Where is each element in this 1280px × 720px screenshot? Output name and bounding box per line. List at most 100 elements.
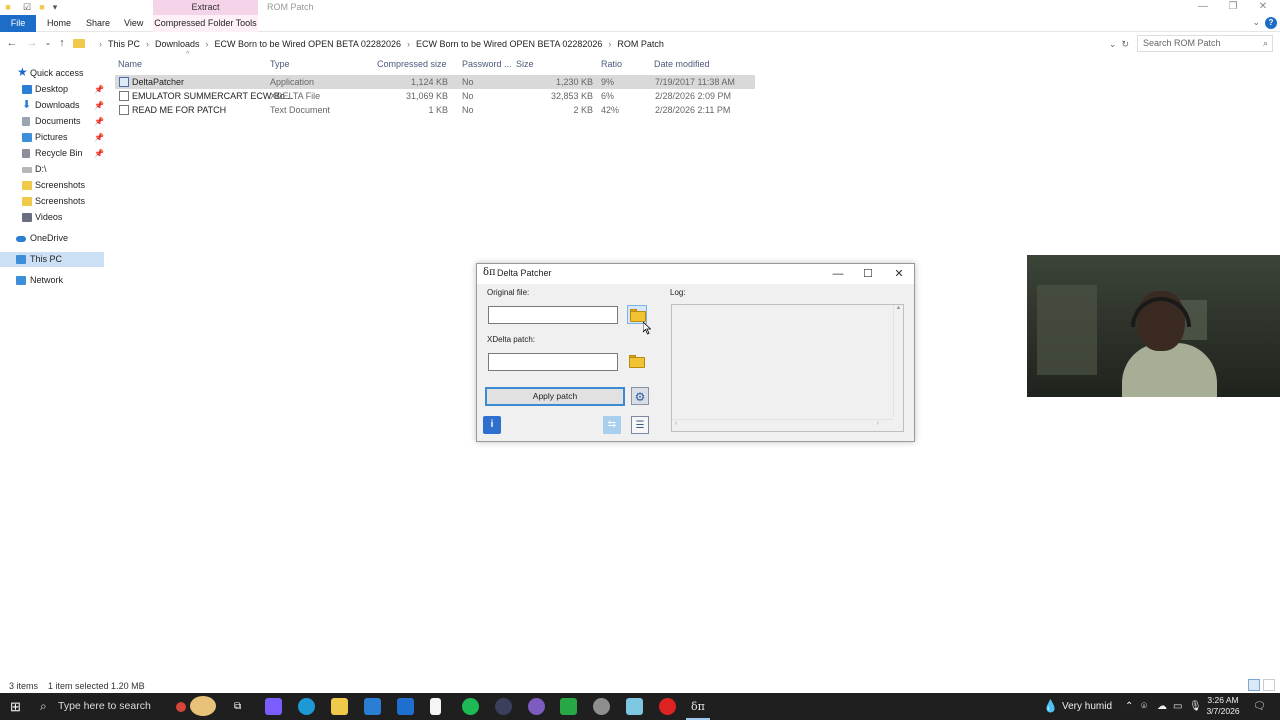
scroll-left-icon[interactable]: ‹ xyxy=(675,420,677,427)
new-folder-icon[interactable]: ■ xyxy=(37,2,47,12)
microphone-icon[interactable]: 🎙 xyxy=(1189,693,1202,720)
log-vertical-scrollbar[interactable]: ▲ xyxy=(893,305,903,417)
network-tray-icon[interactable]: ▭ xyxy=(1173,693,1182,720)
file-row[interactable]: READ ME FOR PATCH Text Document 1 KB No … xyxy=(115,103,755,117)
windows-start-icon[interactable]: ⊞ xyxy=(10,693,21,720)
nav-item-downloads[interactable]: ⬇ Downloads 📌 xyxy=(0,98,104,113)
status-selection: 1 item selected 1.20 MB xyxy=(48,681,145,691)
store-icon[interactable] xyxy=(364,698,381,715)
info-button[interactable]: i xyxy=(483,416,501,434)
address-dropdown-icon[interactable]: ⌄ xyxy=(1109,39,1117,49)
dialog-maximize-button[interactable]: ☐ xyxy=(858,266,878,282)
nav-item-videos[interactable]: Videos xyxy=(0,210,104,225)
column-header-password[interactable]: Password ... xyxy=(462,57,512,71)
tab-share[interactable]: Share xyxy=(82,15,114,32)
column-header-ratio[interactable]: Ratio xyxy=(601,57,622,71)
nav-item-this-pc[interactable]: This PC xyxy=(0,252,104,267)
customize-toolbar-icon[interactable]: ▾ xyxy=(50,2,60,12)
xbox-icon[interactable] xyxy=(560,698,577,715)
forward-arrow-icon[interactable]: → xyxy=(25,35,39,51)
dialog-minimize-button[interactable]: — xyxy=(828,266,848,282)
log-toggle-button[interactable]: ☰ xyxy=(631,416,649,434)
minimize-button[interactable]: — xyxy=(1188,0,1218,15)
file-row[interactable]: EMULATOR SUMMERCART ECW Bo... XDELTA Fil… xyxy=(115,89,755,103)
system-clock[interactable]: 3:26 AM 3/7/2026 xyxy=(1203,695,1243,717)
up-arrow-icon[interactable]: ↑ xyxy=(55,35,69,51)
recent-locations-icon[interactable]: ⌄ xyxy=(41,35,55,51)
log-horizontal-scrollbar[interactable]: ‹ › xyxy=(672,419,893,431)
meet-now-icon[interactable]: ⌾ xyxy=(1141,693,1147,720)
breadcrumb-rom-patch[interactable]: ROM Patch xyxy=(617,39,664,49)
nav-item-screenshots[interactable]: Screenshots xyxy=(0,178,104,193)
apple-icon[interactable] xyxy=(176,702,186,712)
humidity-icon[interactable]: 💧 xyxy=(1043,693,1058,720)
tab-home[interactable]: Home xyxy=(43,15,75,32)
breadcrumb-downloads[interactable]: Downloads xyxy=(155,39,200,49)
column-header-name[interactable]: Name xyxy=(118,57,142,71)
large-icons-view-icon[interactable] xyxy=(1263,679,1275,691)
close-button[interactable]: ✕ xyxy=(1248,0,1278,15)
steam-icon[interactable] xyxy=(593,698,610,715)
discord-icon[interactable] xyxy=(528,698,545,715)
copilot-icon[interactable] xyxy=(265,698,282,715)
file-explorer-icon[interactable] xyxy=(331,698,348,715)
task-view-icon[interactable]: ⧉ xyxy=(234,693,241,720)
original-file-input[interactable] xyxy=(488,306,618,324)
spotify-icon[interactable] xyxy=(462,698,479,715)
breadcrumb-ecw-subfolder[interactable]: ECW Born to be Wired OPEN BETA 02282026 xyxy=(416,39,602,49)
help-icon[interactable]: ? xyxy=(1265,17,1277,29)
scroll-right-icon[interactable]: › xyxy=(877,420,879,427)
onedrive-tray-icon[interactable]: ☁ xyxy=(1157,693,1167,720)
outlook-icon[interactable] xyxy=(397,698,414,715)
xdelta-patch-label: XDelta patch: xyxy=(487,335,536,344)
extract-context-tab[interactable]: Extract xyxy=(153,0,258,15)
notepad-icon[interactable] xyxy=(430,698,441,715)
show-hidden-icons-icon[interactable]: ⌃ xyxy=(1125,693,1133,720)
notifications-icon[interactable]: 🗨 xyxy=(1253,693,1266,720)
column-header-type[interactable]: Type xyxy=(270,57,290,71)
weather-text[interactable]: Very humid xyxy=(1062,693,1112,720)
nav-item-onedrive[interactable]: OneDrive xyxy=(0,231,104,246)
column-header-compressed-size[interactable]: Compressed size xyxy=(377,57,447,71)
food-widget-icon[interactable] xyxy=(190,696,216,716)
tab-compressed-folder-tools[interactable]: Compressed Folder Tools xyxy=(153,15,258,32)
back-arrow-icon[interactable]: ← xyxy=(5,35,19,51)
app-arrow-icon[interactable] xyxy=(495,698,512,715)
delta-patcher-taskbar-icon[interactable]: δπ xyxy=(691,693,705,720)
obs-icon[interactable] xyxy=(659,698,676,715)
nav-item-documents[interactable]: Documents 📌 xyxy=(0,114,104,129)
nav-item-desktop[interactable]: Desktop 📌 xyxy=(0,82,104,97)
breadcrumb-this-pc[interactable]: This PC xyxy=(108,39,140,49)
search-input[interactable]: Search ROM Patch ⌕ xyxy=(1137,35,1273,52)
tab-view[interactable]: View xyxy=(120,15,147,32)
address-bar[interactable]: › This PC › Downloads › ECW Born to be Wired … xyxy=(70,35,1132,52)
xdelta-patch-input[interactable] xyxy=(488,353,618,371)
scroll-up-icon[interactable]: ▲ xyxy=(896,305,902,311)
dialog-close-button[interactable]: ✕ xyxy=(889,266,909,282)
column-header-date-modified[interactable]: Date modified xyxy=(654,57,710,71)
settings-button[interactable]: ⚙ xyxy=(631,387,649,405)
file-type: XDELTA File xyxy=(270,91,321,101)
details-view-icon[interactable] xyxy=(1248,679,1260,691)
notes-icon[interactable] xyxy=(626,698,643,715)
nav-item-network[interactable]: Network xyxy=(0,273,104,288)
properties-icon[interactable]: ☑ xyxy=(22,2,32,12)
nav-item-pictures[interactable]: Pictures 📌 xyxy=(0,130,104,145)
expand-ribbon-icon[interactable]: ⌄ xyxy=(1252,17,1260,28)
nav-item-screenshots-2[interactable]: Screenshots xyxy=(0,194,104,209)
nav-item-d-drive[interactable]: D:\ xyxy=(0,162,104,177)
nav-item-quick-access[interactable]: ★ Quick access xyxy=(0,65,104,81)
tab-file[interactable]: File xyxy=(0,15,36,32)
maximize-button[interactable]: ❐ xyxy=(1218,0,1248,15)
dialog-title-bar[interactable]: δπ Delta Patcher — ☐ ✕ xyxy=(477,264,914,284)
swap-button[interactable]: ⇆ xyxy=(603,416,621,434)
apply-patch-button[interactable]: Apply patch xyxy=(485,387,625,406)
column-header-size[interactable]: Size xyxy=(516,57,534,71)
file-row[interactable]: DeltaPatcher Application 1,124 KB No 1,2… xyxy=(115,75,755,89)
breadcrumb-ecw-folder[interactable]: ECW Born to be Wired OPEN BETA 02282026 xyxy=(215,39,401,49)
refresh-icon[interactable]: ↻ xyxy=(1121,39,1129,49)
browse-xdelta-button[interactable] xyxy=(627,352,647,371)
nav-item-recycle-bin[interactable]: Recycle Bin 📌 xyxy=(0,146,104,161)
edge-icon[interactable] xyxy=(298,698,315,715)
log-textbox[interactable]: ▲ ‹ › xyxy=(671,304,904,432)
